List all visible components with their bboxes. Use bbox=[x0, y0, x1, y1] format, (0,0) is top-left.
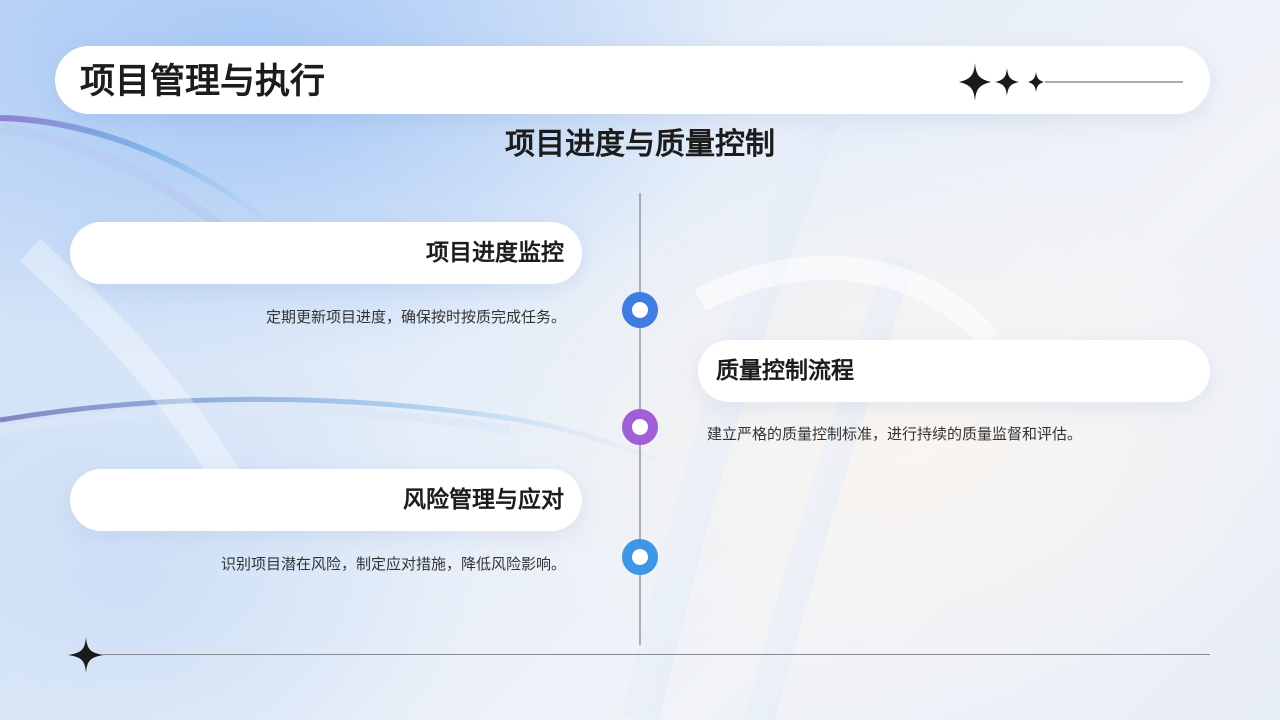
timeline-item-3-label: 风险管理与应对 bbox=[403, 487, 564, 513]
timeline-item-3-description: 识别项目潜在风险，制定应对措施，降低风险影响。 bbox=[220, 555, 566, 573]
timeline-item-2-label: 质量控制流程 bbox=[716, 358, 854, 384]
timeline-item-2-description: 建立严格的质量控制标准，进行持续的质量监督和评估。 bbox=[707, 425, 1083, 443]
three-sparkles-icon bbox=[959, 63, 1183, 101]
sparkle-icon bbox=[68, 637, 104, 673]
section-title: 项目进度与质量控制 bbox=[505, 127, 775, 162]
timeline-dot-2 bbox=[622, 409, 658, 445]
footer-divider bbox=[100, 654, 1210, 655]
timeline-item-1-label: 项目进度监控 bbox=[426, 240, 564, 266]
slide-title: 项目管理与执行 bbox=[80, 62, 326, 102]
timeline-dot-3 bbox=[622, 539, 658, 575]
timeline-dot-1 bbox=[622, 292, 658, 328]
timeline-item-1-description: 定期更新项目进度，确保按时按质完成任务。 bbox=[265, 308, 566, 326]
